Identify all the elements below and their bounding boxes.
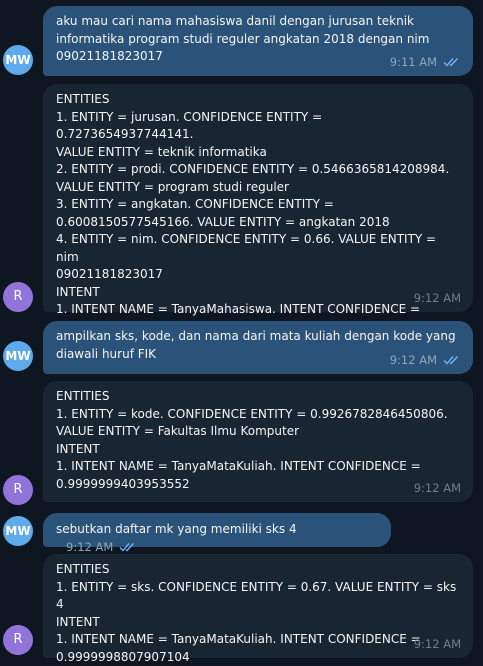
message-time: 9:12 AM	[413, 290, 461, 305]
message-row: MW sebutkan daftar mk yang memiliki sks …	[0, 513, 483, 554]
message-bubble[interactable]: ENTITIES 1. ENTITY = kode. CONFIDENCE EN…	[43, 381, 473, 502]
message-bubble[interactable]: ENTITIES 1. ENTITY = sks. CONFIDENCE ENT…	[43, 554, 473, 664]
avatar[interactable]: MW	[3, 516, 33, 546]
double-check-icon	[443, 356, 459, 365]
avatar[interactable]: MW	[3, 341, 33, 371]
message-row: R ENTITIES 1. ENTITY = kode. CONFIDENCE …	[0, 381, 483, 505]
message-bubble[interactable]: ampilkan sks, kode, dan nama dari mata k…	[43, 321, 473, 374]
message-text: ENTITIES 1. ENTITY = kode. CONFIDENCE EN…	[56, 389, 448, 491]
message-row: R ENTITIES 1. ENTITY = sks. CONFIDENCE E…	[0, 554, 483, 664]
message-bubble[interactable]: ENTITIES 1. ENTITY = jurusan. CONFIDENCE…	[43, 84, 473, 334]
message-row: MW aku mau cari nama mahasiswa danil den…	[0, 6, 483, 76]
double-check-icon	[443, 58, 459, 67]
message-bubble[interactable]: aku mau cari nama mahasiswa danil dengan…	[43, 6, 473, 76]
message-time: 9:12 AM	[413, 480, 461, 495]
avatar[interactable]: R	[3, 282, 33, 312]
message-time: 9:12 AM	[413, 636, 461, 651]
avatar[interactable]: MW	[3, 45, 33, 75]
message-meta: 9:12 AM	[390, 352, 461, 370]
message-meta: 9:11 AM	[390, 54, 461, 72]
message-row: R ENTITIES 1. ENTITY = jurusan. CONFIDEN…	[0, 84, 483, 334]
message-bubble[interactable]: sebutkan daftar mk yang memiliki sks 4 9…	[43, 513, 391, 554]
message-text: ENTITIES 1. ENTITY = jurusan. CONFIDENCE…	[56, 92, 450, 334]
message-meta: 9:12 AM	[414, 290, 461, 308]
avatar[interactable]: R	[3, 475, 33, 505]
message-time: 9:11 AM	[389, 54, 437, 69]
message-text: sebutkan daftar mk yang memiliki sks 4	[56, 522, 297, 536]
avatar[interactable]: R	[3, 625, 33, 655]
double-check-icon	[119, 543, 135, 552]
message-meta: 9:12 AM	[414, 480, 461, 498]
message-text: ENTITIES 1. ENTITY = sks. CONFIDENCE ENT…	[56, 562, 457, 664]
message-row: MW ampilkan sks, kode, dan nama dari mat…	[0, 321, 483, 374]
message-time: 9:12 AM	[389, 352, 437, 367]
message-meta: 9:12 AM	[414, 636, 461, 654]
